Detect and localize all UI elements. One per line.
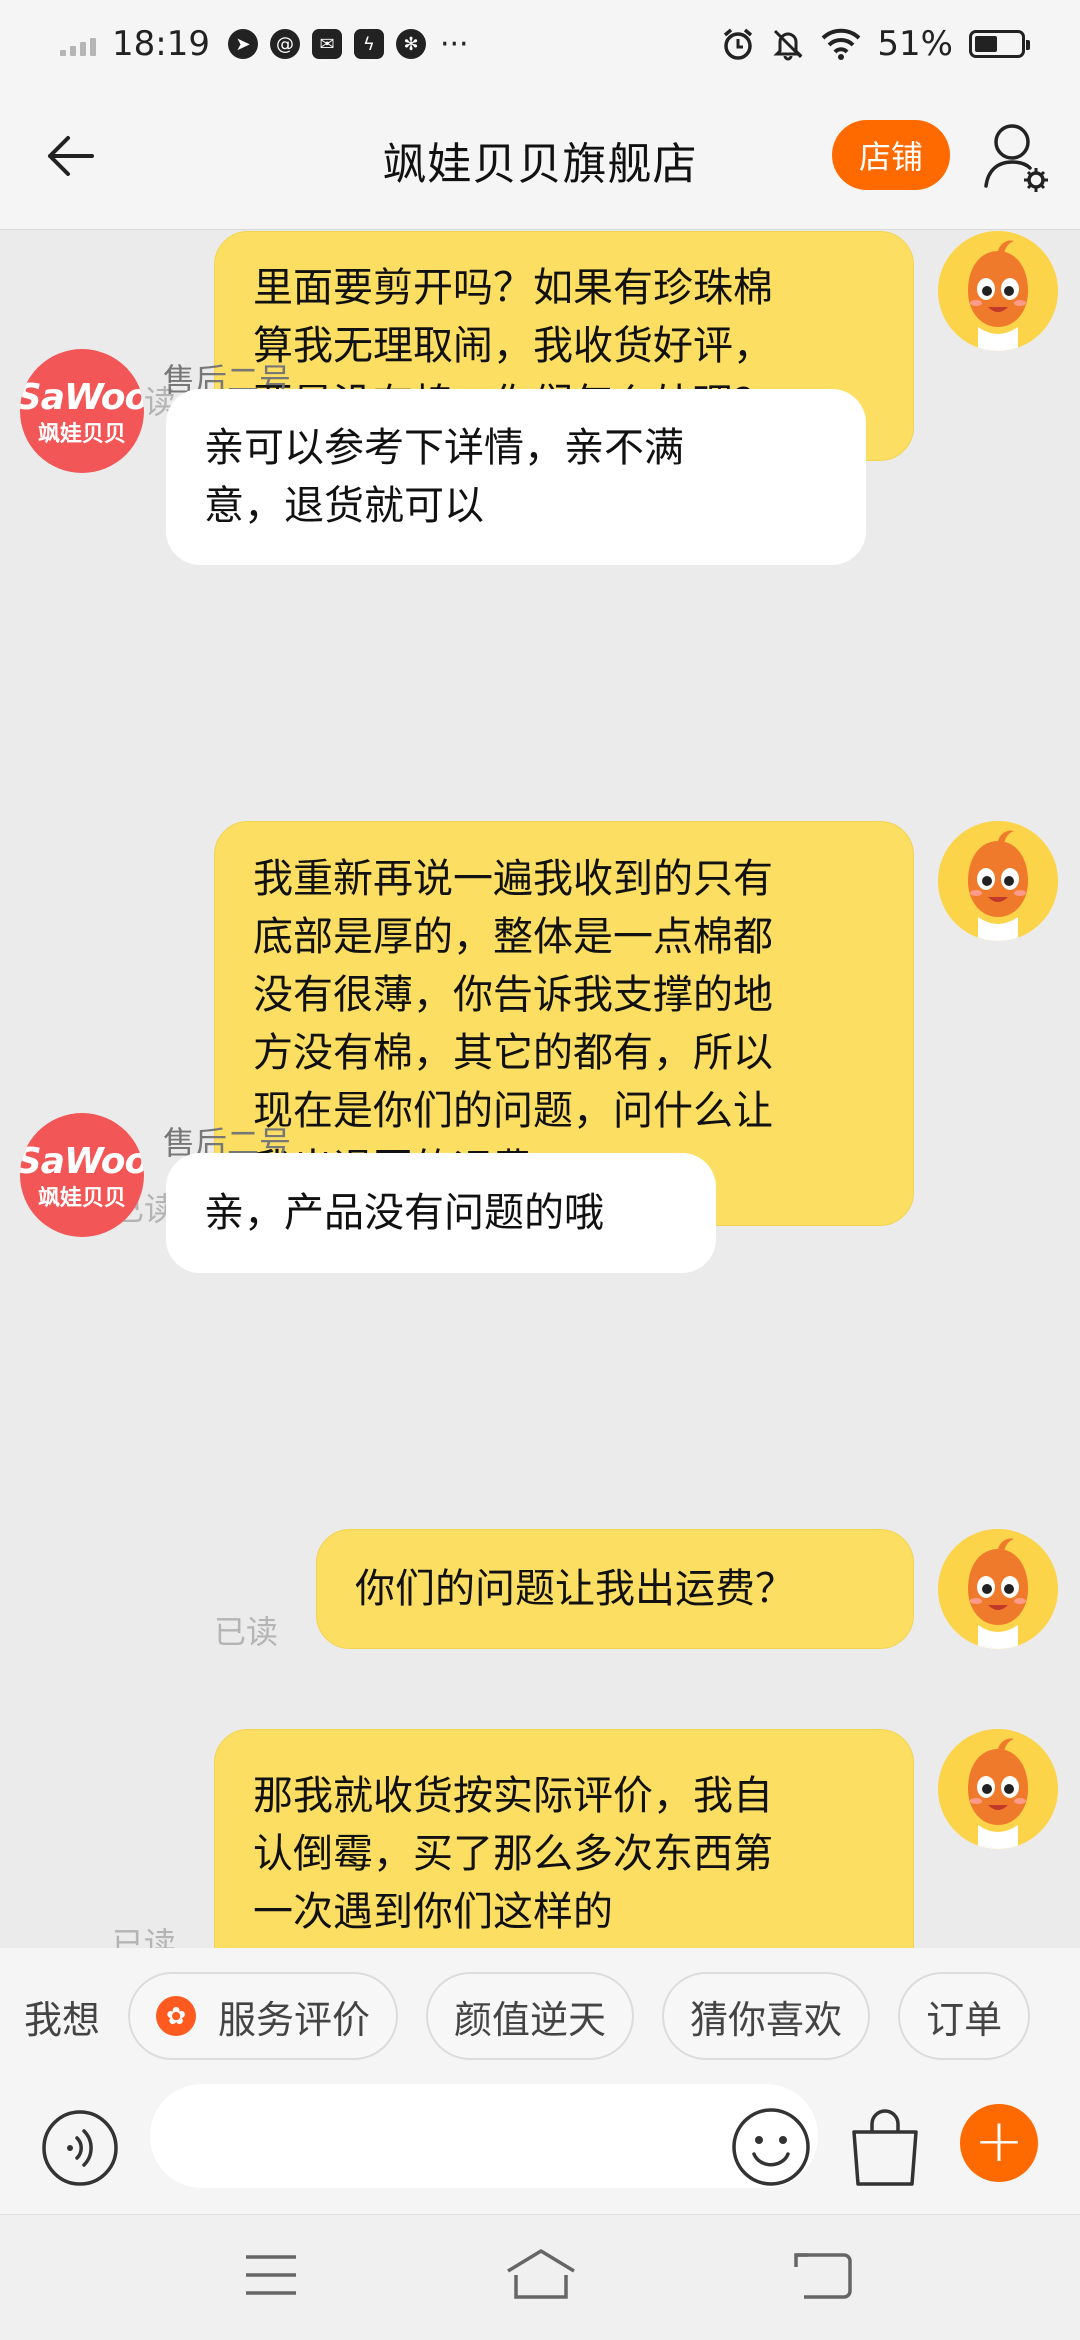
status-bar: 18:19 ➤ @ ✉ ϟ ✻ ··· 51%	[0, 0, 1080, 88]
alarm-icon	[724, 28, 753, 60]
message-line: 亲，产品没有问题的哦	[204, 1190, 604, 1236]
shop-avatar-name: 飒娃贝贝	[37, 421, 126, 447]
message-line: 没有很薄，你告诉我支撑的地	[253, 971, 773, 1018]
status-time: 18:19	[112, 24, 210, 64]
battery-percent: 51%	[877, 24, 953, 64]
message-line: 算我无理取闹，我收货好评，	[253, 323, 773, 369]
shop-message-bubble[interactable]: 亲，产品没有问题的哦	[166, 1153, 716, 1273]
message-line: 现在是你们的问题，问什么让	[253, 1087, 773, 1134]
chip-recommend[interactable]: 猜你喜欢	[662, 1972, 871, 2060]
home-icon[interactable]	[504, 2247, 578, 2299]
message-input[interactable]	[150, 2084, 818, 2188]
chip-looks[interactable]: 颜值逆天	[426, 1972, 635, 2060]
message-line: 我重新再说一遍我收到的只有	[253, 855, 773, 902]
my-message-bubble[interactable]: 你们的问题让我出运费？	[316, 1529, 914, 1649]
chip-label: 服务评价	[218, 1997, 371, 2042]
message-text: 亲可以参考下详情，亲不满 意，退货就可以	[204, 419, 684, 535]
navigation-icon: ➤	[227, 29, 258, 59]
my-avatar[interactable]	[938, 1529, 1058, 1649]
message-line: 一次遇到你们这样的	[253, 1889, 613, 1935]
message-line: 底部是厚的，整体是一点棉都	[253, 913, 773, 960]
chat-area[interactable]: 里面要剪开吗？如果有珍珠棉算我无理取闹，我收货好评，要是没有棉，你们怎么处理？已…	[0, 231, 1080, 1948]
emoji-icon[interactable]	[730, 2106, 812, 2188]
chip-label: 订单	[926, 1997, 1003, 2042]
my-avatar[interactable]	[938, 231, 1058, 351]
shop-avatar[interactable]: SaWoo 飒娃贝贝	[20, 1113, 144, 1237]
signal-icon	[60, 32, 96, 56]
chip-label: 猜你喜欢	[690, 1997, 843, 2042]
at-icon: @	[269, 29, 300, 59]
chip-order[interactable]: 订单	[898, 1972, 1031, 2060]
message-line: 那我就收货按实际评价，我自	[253, 1773, 773, 1819]
battery-icon	[969, 30, 1030, 58]
store-button[interactable]: 店铺	[832, 120, 950, 190]
chat-header: 飒娃贝贝旗舰店 店铺	[0, 88, 1080, 230]
plus-button[interactable]: +	[960, 2104, 1038, 2182]
message-line: 方没有棉，其它的都有，所以	[253, 1029, 773, 1076]
wifi-icon	[822, 28, 861, 60]
user-settings-icon[interactable]	[982, 118, 1052, 198]
read-receipt: 已读	[112, 1925, 177, 1948]
my-message-bubble[interactable]: 那我就收货按实际评价，我自 认倒霉，买了那么多次东西第 一次遇到你们这样的	[214, 1729, 914, 1948]
shop-avatar-name: 飒娃贝贝	[37, 1185, 126, 1211]
message-line: 亲可以参考下详情，亲不满	[204, 425, 684, 471]
quick-reply-bar: 我想 ✿ 服务评价 颜值逆天 猜你喜欢 订单	[0, 1948, 1080, 2084]
system-back-icon[interactable]	[794, 2249, 852, 2299]
battery-level	[975, 36, 998, 52]
mail-icon: ✉	[311, 29, 342, 59]
my-avatar[interactable]	[938, 1729, 1058, 1849]
mute-bell-icon	[773, 29, 804, 61]
message-text: 亲，产品没有问题的哦	[204, 1184, 604, 1242]
message-line: 里面要剪开吗？如果有珍珠棉	[253, 265, 773, 311]
message-text: 那我就收货按实际评价，我自 认倒霉，买了那么多次东西第 一次遇到你们这样的	[253, 1767, 773, 1941]
read-receipt: 已读	[214, 1613, 279, 1651]
message-text: 我重新再说一遍我收到的只有 底部是厚的，整体是一点棉都 没有很薄，你告诉我支撑的地方…	[253, 850, 773, 1198]
shop-message-bubble[interactable]: 亲可以参考下详情，亲不满 意，退货就可以	[166, 389, 866, 565]
more-notifications: ···	[439, 26, 469, 62]
input-bar: +	[0, 2084, 1080, 2214]
message-line: 意，退货就可以	[204, 483, 484, 529]
message-line: 认倒霉，买了那么多次东西第	[253, 1831, 773, 1877]
my-avatar[interactable]	[938, 821, 1058, 941]
voice-icon[interactable]	[40, 2108, 120, 2188]
system-nav-bar	[0, 2214, 1080, 2340]
flash-icon: ϟ	[353, 29, 384, 59]
pinwheel-icon: ✻	[395, 29, 426, 59]
shop-avatar[interactable]: SaWoo 飒娃贝贝	[20, 349, 144, 473]
flower-icon: ✿	[156, 1996, 197, 2036]
shopping-bag-icon[interactable]	[848, 2104, 922, 2188]
message-text: 你们的问题让我出运费？	[355, 1560, 795, 1618]
shop-avatar-brand: SaWoo	[20, 376, 144, 418]
chip-service-rating[interactable]: ✿ 服务评价	[128, 1972, 399, 2060]
shop-avatar-brand: SaWoo	[20, 1140, 144, 1182]
chip-label: 颜值逆天	[454, 1997, 607, 2042]
message-line: 你们的问题让我出运费？	[355, 1566, 795, 1612]
menu-icon[interactable]	[244, 2253, 298, 2297]
quick-reply-label: 我想	[24, 1997, 101, 2042]
